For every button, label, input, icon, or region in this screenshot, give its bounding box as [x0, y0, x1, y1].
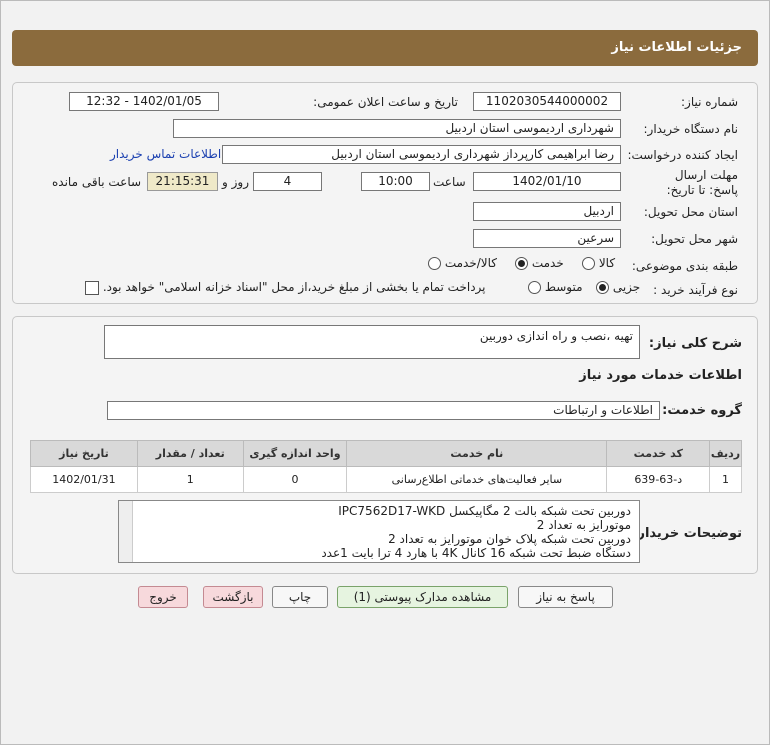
cell-unit: 0 — [242, 466, 348, 493]
cell-date: 1402/01/31 — [30, 466, 138, 493]
days-label: روز و — [222, 175, 249, 189]
notes-line: دوربین تحت شبکه پلاک خوان موتورایز به تع… — [388, 532, 631, 546]
category-goods-radio[interactable] — [582, 257, 595, 270]
buyer-notes-label: توضیحات خریدار: — [632, 526, 742, 541]
remaining-time-field: 21:15:31 — [147, 172, 218, 191]
summary-text: تهیه ،نصب و راه اندازی دوربین — [479, 329, 633, 343]
summary-field: تهیه ،نصب و راه اندازی دوربین — [104, 325, 640, 359]
creator-field: رضا ابراهیمی کارپرداز شهرداری اردیموسی ا… — [222, 145, 621, 164]
process-minor-label: جزیی — [612, 280, 641, 294]
need-number-field: 1102030544000002 — [473, 92, 621, 111]
summary-label: شرح کلی نیاز: — [648, 336, 742, 351]
category-service-radio[interactable] — [515, 257, 528, 270]
category-goods-label: کالا — [598, 256, 616, 270]
need-number-label: شماره نیاز: — [681, 95, 738, 109]
category-option-goods[interactable]: کالا — [582, 256, 615, 270]
col-code: کد خدمت — [606, 440, 711, 467]
cell-row: 1 — [709, 466, 742, 493]
service-group-label: گروه خدمت: — [662, 403, 742, 418]
deadline-date-field: 1402/01/10 — [473, 172, 621, 191]
deadline-time-label: ساعت — [433, 175, 466, 189]
process-option-minor[interactable]: جزیی — [596, 280, 640, 294]
col-name: نام خدمت — [346, 440, 608, 467]
print-button[interactable]: چاپ — [272, 586, 328, 608]
remaining-label: ساعت باقی مانده — [52, 175, 142, 189]
table-header-row: ردیف کد خدمت نام خدمت واحد اندازه گیری ت… — [30, 440, 742, 467]
col-row: ردیف — [709, 440, 742, 467]
services-table: ردیف کد خدمت نام خدمت واحد اندازه گیری ت… — [30, 440, 742, 493]
process-minor-radio[interactable] — [596, 281, 609, 294]
category-both-label: کالا/خدمت — [444, 256, 498, 270]
city-field: سرعین — [473, 229, 621, 248]
category-service-label: خدمت — [531, 256, 564, 270]
reply-button[interactable]: پاسخ به نیاز — [518, 586, 613, 608]
creator-label: ایجاد کننده درخواست: — [627, 148, 738, 162]
announce-label: تاریخ و ساعت اعلان عمومی: — [313, 95, 458, 109]
category-option-both[interactable]: کالا/خدمت — [428, 256, 497, 270]
notes-line: دوربین تحت شبکه بالت 2 مگاپیکسل IPC7562D… — [338, 504, 631, 518]
days-field: 4 — [253, 172, 322, 191]
process-medium-label: متوسط — [544, 280, 583, 294]
back-button[interactable]: بازگشت — [203, 586, 263, 608]
table-row: 1 د-63-639 سایر فعالیت‌های خدماتی اطلاع‌… — [30, 466, 742, 493]
col-date: تاریخ نیاز — [30, 440, 138, 467]
exit-button[interactable]: خروج — [138, 586, 188, 608]
col-qty: تعداد / مقدار — [136, 440, 244, 467]
notes-line: موتورایز به تعداد 2 — [536, 518, 631, 532]
city-label: شهر محل تحویل: — [651, 232, 738, 246]
notes-scrollbar[interactable] — [119, 501, 133, 562]
deadline-label-text: مهلت ارسال پاسخ: تا تاریخ: — [666, 168, 738, 197]
cell-name: سایر فعالیت‌های خدماتی اطلاع‌رسانی — [346, 466, 608, 493]
buyer-label: نام دستگاه خریدار: — [643, 122, 739, 136]
province-label: استان محل تحویل: — [643, 205, 738, 219]
category-option-service[interactable]: خدمت — [515, 256, 564, 270]
service-group-field: اطلاعات و ارتباطات — [107, 401, 660, 420]
col-unit: واحد اندازه گیری — [242, 440, 348, 467]
page-title: جزئیات اطلاعات نیاز — [611, 40, 742, 55]
notes-line: دستگاه ضبط تحت شبکه 16 کانال 4K با هارد … — [321, 546, 631, 560]
deadline-label: مهلت ارسال پاسخ: تا تاریخ: — [650, 168, 738, 198]
province-field: اردبیل — [473, 202, 621, 221]
announce-field: 1402/01/05 - 12:32 — [69, 92, 219, 111]
process-option-medium[interactable]: متوسط — [528, 280, 583, 294]
services-section-title: اطلاعات خدمات مورد نیاز — [579, 368, 742, 383]
process-label: نوع فرآیند خرید : — [653, 283, 738, 297]
payment-note[interactable]: پرداخت تمام یا بخشی از مبلغ خرید،از محل … — [85, 280, 486, 295]
buyer-notes-box[interactable]: دوربین تحت شبکه بالت 2 مگاپیکسل IPC7562D… — [118, 500, 640, 563]
page-title-bar: جزئیات اطلاعات نیاز — [12, 30, 758, 66]
buyer-field: شهرداری اردیموسی استان اردبیل — [173, 119, 621, 138]
category-both-radio[interactable] — [428, 257, 441, 270]
view-documents-button[interactable]: مشاهده مدارک پیوستی (1) — [337, 586, 508, 608]
category-label: طبقه بندی موضوعی: — [631, 259, 738, 273]
cell-qty: 1 — [136, 466, 244, 493]
buyer-contact-link[interactable]: اطلاعات تماس خریدار — [110, 147, 221, 161]
payment-checkbox[interactable] — [85, 280, 99, 295]
deadline-time-field: 10:00 — [361, 172, 430, 191]
cell-code: د-63-639 — [606, 466, 711, 493]
payment-note-text: پرداخت تمام یا بخشی از مبلغ خرید،از محل … — [102, 280, 486, 294]
process-medium-radio[interactable] — [528, 281, 541, 294]
